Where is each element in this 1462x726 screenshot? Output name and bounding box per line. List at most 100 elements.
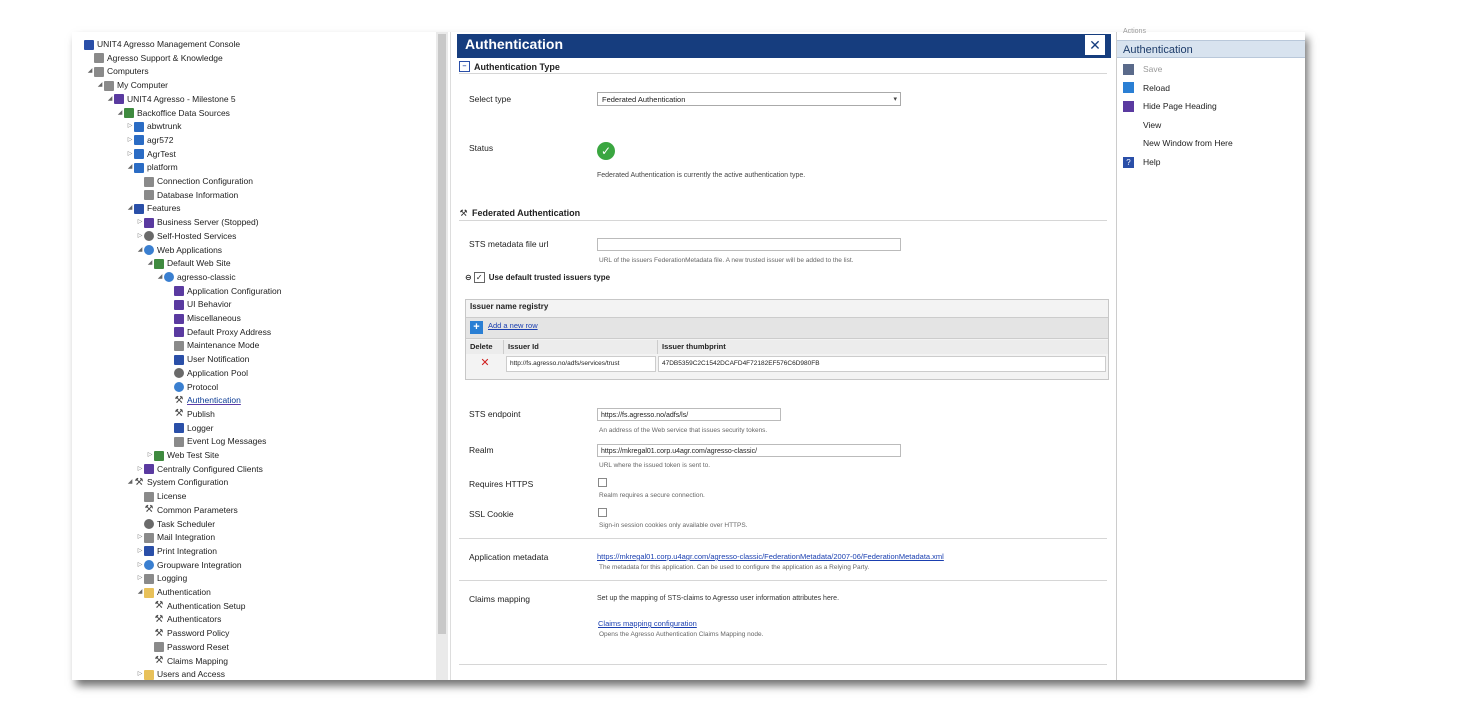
tree-node[interactable]: ▷ agr572 — [126, 134, 173, 147]
tree-node[interactable]: ◢ Backoffice Data Sources — [116, 107, 230, 120]
action-hide-page-heading[interactable]: Hide Page Heading — [1123, 99, 1217, 113]
issuer-id-cell[interactable]: http://fs.agresso.no/adfs/services/trust — [506, 356, 656, 372]
issuer-thumbprint-cell[interactable]: 47DB5359C2C1542DCAFD4F72182EF576C6D980FB — [658, 356, 1106, 372]
tree-node[interactable]: Protocol — [166, 381, 218, 394]
tree-node[interactable]: ▷ Web Test Site — [146, 449, 219, 462]
claims-mapping-link[interactable]: Claims mapping configuration — [598, 619, 697, 628]
tree-node[interactable]: ◢ Features — [126, 202, 181, 215]
tree-node[interactable]: ▷ Business Server (Stopped) — [136, 216, 259, 229]
tree-node[interactable]: Application Pool — [166, 367, 248, 380]
tree-node[interactable]: ▷ abwtrunk — [126, 120, 182, 133]
tree-node[interactable]: Connection Configuration — [136, 175, 253, 188]
action-help[interactable]: ? Help — [1123, 155, 1160, 169]
tree-scrollbar-thumb[interactable] — [438, 34, 446, 634]
expanded-arrow-icon[interactable]: ◢ — [126, 202, 134, 215]
collapsed-arrow-icon[interactable]: ▷ — [136, 559, 144, 572]
tree-node[interactable]: ◢ Authentication — [136, 586, 211, 599]
tree-node[interactable]: UI Behavior — [166, 298, 231, 311]
tree-node[interactable]: ◢ Web Applications — [136, 244, 222, 257]
tree-node[interactable]: ◢ UNIT4 Agresso - Milestone 5 — [106, 93, 236, 106]
requires-https-checkbox[interactable] — [598, 478, 607, 487]
sts-endpoint-input[interactable]: https://fs.agresso.no/adfs/ls/ — [597, 408, 781, 421]
action-reload[interactable]: Reload — [1123, 81, 1170, 95]
tree-node[interactable]: ◢ My Computer — [96, 79, 168, 92]
column-header-issuer-id[interactable]: Issuer Id — [504, 340, 658, 354]
collapse-icon[interactable]: ⊖ — [465, 273, 472, 282]
tree-node[interactable]: License — [136, 490, 186, 503]
expanded-arrow-icon[interactable]: ◢ — [106, 93, 114, 106]
collapsed-arrow-icon[interactable]: ▷ — [126, 120, 134, 133]
column-header-delete[interactable]: Delete — [466, 340, 504, 354]
collapsed-arrow-icon[interactable]: ▷ — [136, 572, 144, 585]
tree-node[interactable]: ⚒ Authenticators — [146, 613, 222, 626]
tree-node[interactable]: ⚒ Authentication Setup — [146, 600, 246, 613]
authentication-type-select[interactable]: Federated Authentication ▾ — [597, 92, 901, 106]
collapse-icon[interactable]: – — [459, 61, 470, 72]
tree-node[interactable]: ▷ Self-Hosted Services — [136, 230, 236, 243]
expanded-arrow-icon[interactable]: ◢ — [136, 244, 144, 257]
collapsed-arrow-icon[interactable]: ▷ — [136, 463, 144, 476]
expanded-arrow-icon[interactable]: ◢ — [136, 586, 144, 599]
collapsed-arrow-icon[interactable]: ▷ — [136, 668, 144, 680]
ssl-cookie-checkbox[interactable] — [598, 508, 607, 517]
expanded-arrow-icon[interactable]: ◢ — [126, 476, 134, 489]
column-header-issuer-thumbprint[interactable]: Issuer thumbprint — [658, 340, 1108, 354]
tree-node[interactable]: ◢ platform — [126, 161, 178, 174]
actions-section-header[interactable]: Authentication — [1117, 40, 1305, 58]
tree-node[interactable]: ◢ Computers — [86, 65, 149, 78]
expanded-arrow-icon[interactable]: ◢ — [156, 271, 164, 284]
action-view[interactable]: View — [1123, 118, 1161, 132]
tree-node[interactable]: Miscellaneous — [166, 312, 241, 325]
tree-node[interactable]: Event Log Messages — [166, 435, 266, 448]
use-default-issuers-checkbox[interactable]: ✓ — [473, 272, 485, 283]
expanded-arrow-icon[interactable]: ◢ — [146, 257, 154, 270]
collapsed-arrow-icon[interactable]: ▷ — [136, 531, 144, 544]
tree-node[interactable]: ◢ ⚒ System Configuration — [126, 476, 229, 489]
collapsed-arrow-icon[interactable]: ▷ — [126, 134, 134, 147]
expanded-arrow-icon[interactable]: ◢ — [96, 79, 104, 92]
tree-node[interactable]: ▷ Groupware Integration — [136, 559, 242, 572]
tree-node[interactable]: Agresso Support & Knowledge — [86, 52, 223, 65]
expanded-arrow-icon[interactable]: ◢ — [126, 161, 134, 174]
section-federated-authentication[interactable]: ⚒ Federated Authentication — [459, 208, 580, 218]
tree-node[interactable]: ⚒ Publish — [166, 408, 215, 421]
tree-node[interactable]: ⚒ Authentication — [166, 394, 241, 407]
collapsed-arrow-icon[interactable]: ▷ — [136, 545, 144, 558]
expanded-arrow-icon[interactable]: ◢ — [86, 65, 94, 78]
tree-node[interactable]: ⚒ Common Parameters — [136, 504, 238, 517]
action-save[interactable]: Save — [1123, 62, 1162, 76]
expanded-arrow-icon[interactable]: ◢ — [116, 107, 124, 120]
tree-node[interactable]: ▷ AgrTest — [126, 148, 176, 161]
tree-node[interactable]: Logger — [166, 422, 213, 435]
section-authentication-type[interactable]: – Authentication Type — [459, 61, 560, 72]
tree-node[interactable]: Default Proxy Address — [166, 326, 271, 339]
tree-node[interactable]: ▷ Logging — [136, 572, 187, 585]
add-row-icon[interactable]: + — [470, 321, 483, 334]
collapsed-arrow-icon[interactable]: ▷ — [136, 216, 144, 229]
realm-input[interactable]: https://mkregal01.corp.u4agr.com/agresso… — [597, 444, 901, 457]
delete-row-icon[interactable]: ✕ — [476, 356, 494, 372]
add-row-link[interactable]: Add a new row — [488, 321, 538, 330]
tree-node[interactable]: ▷ Mail Integration — [136, 531, 215, 544]
tree-node[interactable]: ⚒ Claims Mapping — [146, 655, 228, 668]
tree-node[interactable]: Task Scheduler — [136, 518, 215, 531]
tree-node[interactable]: ▷ Print Integration — [136, 545, 217, 558]
tree-node[interactable]: Password Reset — [146, 641, 229, 654]
tree-node[interactable]: ◢ agresso-classic — [156, 271, 236, 284]
action-new-window-from-here[interactable]: New Window from Here — [1123, 136, 1233, 150]
tree-node[interactable]: ◢ Default Web Site — [146, 257, 231, 270]
collapsed-arrow-icon[interactable]: ▷ — [136, 230, 144, 243]
collapsed-arrow-icon[interactable]: ▷ — [146, 449, 154, 462]
tree-node[interactable]: User Notification — [166, 353, 249, 366]
tree-node[interactable]: Database Information — [136, 189, 238, 202]
tree-node[interactable]: ⚒ Password Policy — [146, 627, 230, 640]
application-metadata-link[interactable]: https://mkregal01.corp.u4agr.com/agresso… — [597, 552, 944, 561]
tree-node[interactable]: UNIT4 Agresso Management Console — [76, 38, 240, 51]
tree-scrollbar[interactable] — [436, 32, 448, 680]
collapsed-arrow-icon[interactable]: ▷ — [126, 148, 134, 161]
tree-node[interactable]: Maintenance Mode — [166, 339, 259, 352]
sts-metadata-input[interactable] — [597, 238, 901, 251]
tree-node[interactable]: ▷ Centrally Configured Clients — [136, 463, 263, 476]
tree-node[interactable]: Application Configuration — [166, 285, 282, 298]
tree-node[interactable]: ▷ Users and Access — [136, 668, 225, 680]
